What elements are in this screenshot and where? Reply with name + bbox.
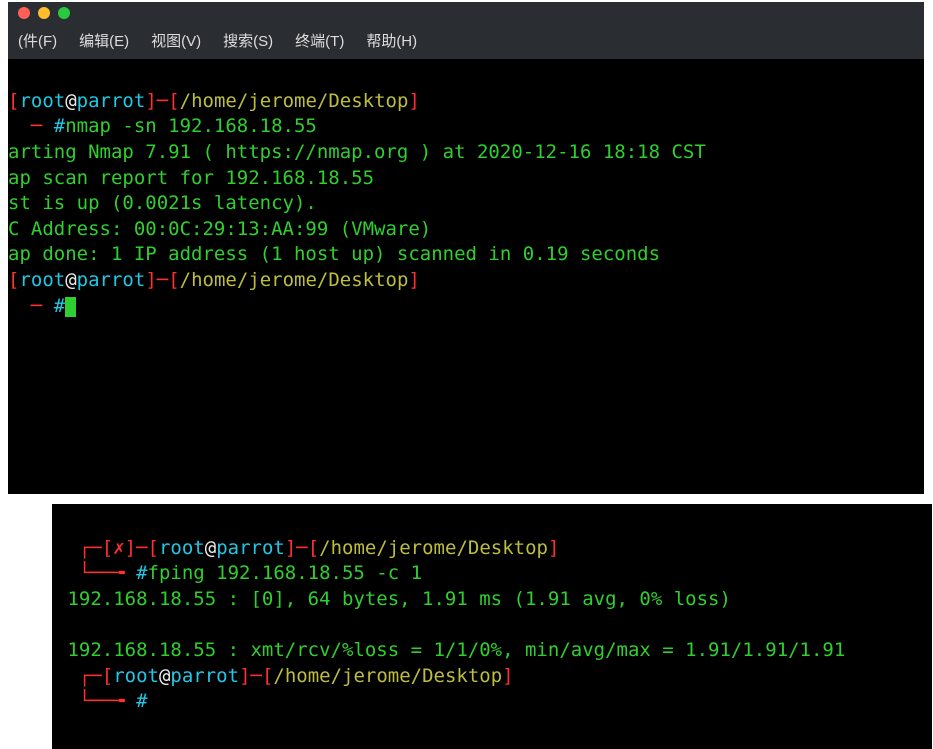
terminal-window-2: ┌─[✗]─[root@parrot]─[/home/jerome/Deskto… [52,504,932,749]
menu-help[interactable]: 帮助(H) [366,30,417,51]
cursor-icon [65,297,76,317]
prompt-path: /home/jerome/Desktop [180,90,409,112]
prompt-bracket: ]─[ [125,537,159,559]
output-line: 192.168.18.55 : [0], 64 bytes, 1.91 ms (… [56,588,731,610]
prompt-user: root [19,90,65,112]
prompt-hash: # [54,115,65,137]
menu-terminal[interactable]: 终端(T) [295,30,344,51]
prompt-path: /home/jerome/Desktop [273,665,502,687]
prompt-user: root [113,665,159,687]
prompt-elbow: └──╼ [56,562,136,584]
prompt-bracket: ]─[ [239,665,273,687]
terminal-output-1[interactable]: [root@parrot]─[/home/jerome/Desktop] ─ #… [8,59,924,345]
prompt-fail-icon: ✗ [113,537,124,559]
prompt-bracket: [ [8,269,19,291]
prompt-bracket: ]─[ [145,90,179,112]
prompt-bracket: ]─[ [145,269,179,291]
menu-search[interactable]: 搜索(S) [223,30,273,51]
close-icon[interactable] [18,7,30,19]
command-text: nmap -sn 192.168.18.55 [65,115,317,137]
prompt-bracket: ]─[ [285,537,319,559]
menu-file[interactable]: (件(F) [18,30,57,51]
prompt-bracket: ] [502,665,513,687]
prompt-bracket: [ [8,90,19,112]
prompt-bracket: ] [548,537,559,559]
prompt-host: parrot [77,269,146,291]
prompt-at: @ [65,90,76,112]
output-line: ap done: 1 IP address (1 host up) scanne… [8,243,660,265]
prompt-at: @ [205,537,216,559]
minimize-icon[interactable] [38,7,50,19]
prompt-arrow: ─ [8,115,54,137]
prompt-bracket: ] [408,90,419,112]
prompt-path: /home/jerome/Desktop [319,537,548,559]
prompt-hash: # [54,295,65,317]
terminal-output-2[interactable]: ┌─[✗]─[root@parrot]─[/home/jerome/Deskto… [52,510,932,741]
output-line: st is up (0.0021s latency). [8,192,317,214]
prompt-hash: # [136,562,147,584]
prompt-corner: ┌─[ [56,665,113,687]
prompt-host: parrot [216,537,285,559]
prompt-hash: # [136,690,147,712]
command-text: fping 192.168.18.55 -c 1 [148,562,423,584]
prompt-arrow: ─ [8,295,54,317]
output-line: arting Nmap 7.91 ( https://nmap.org ) at… [8,141,706,163]
output-line: ap scan report for 192.168.18.55 [8,167,374,189]
prompt-path: /home/jerome/Desktop [180,269,409,291]
prompt-host: parrot [170,665,239,687]
prompt-corner: ┌─[ [56,537,113,559]
terminal-window-1: (件(F) 编辑(E) 视图(V) 搜索(S) 终端(T) 帮助(H) [roo… [8,2,924,494]
maximize-icon[interactable] [58,7,70,19]
prompt-bracket: ] [408,269,419,291]
window-titlebar [8,2,924,24]
prompt-user: root [19,269,65,291]
prompt-host: parrot [77,90,146,112]
prompt-at: @ [65,269,76,291]
menu-view[interactable]: 视图(V) [151,30,201,51]
menu-edit[interactable]: 编辑(E) [79,30,129,51]
output-line: 192.168.18.55 : xmt/rcv/%loss = 1/1/0%, … [56,639,845,661]
output-line: C Address: 00:0C:29:13:AA:99 (VMware) [8,218,431,240]
prompt-elbow: └──╼ [56,690,136,712]
prompt-user: root [159,537,205,559]
prompt-at: @ [159,665,170,687]
menubar: (件(F) 编辑(E) 视图(V) 搜索(S) 终端(T) 帮助(H) [8,24,924,59]
